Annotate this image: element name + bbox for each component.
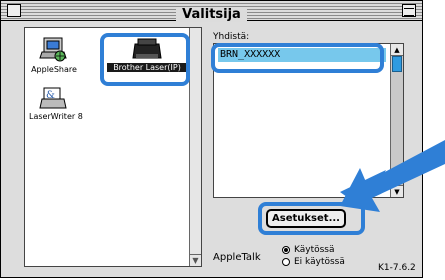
radio-label: Käytössä — [294, 245, 335, 255]
scroll-thumb[interactable] — [392, 56, 402, 72]
left-scrollbar[interactable]: ▼ — [189, 28, 201, 266]
appletalk-on-radio[interactable]: Käytössä — [282, 245, 335, 255]
title-bar[interactable]: Valitsija — [1, 1, 422, 22]
right-scrollbar[interactable]: ▲ ▼ — [390, 44, 403, 197]
version-label: K1-7.6.2 — [378, 263, 416, 273]
scroll-up-arrow-icon[interactable]: ▲ — [391, 44, 403, 56]
connect-label: Yhdistä: — [213, 32, 250, 42]
appletalk-off-radio[interactable]: Ei käytössä — [282, 257, 345, 267]
settings-button-highlight — [258, 202, 365, 235]
window-title: Valitsija — [176, 7, 247, 22]
laserwriter-icon: & — [39, 87, 67, 109]
radio-unselected-icon — [282, 258, 290, 266]
selection-highlight — [100, 33, 190, 86]
driver-item-laserwriter[interactable]: & LaserWriter 8 — [29, 85, 83, 121]
driver-label: AppleShare — [31, 65, 77, 74]
scroll-down-arrow-icon[interactable]: ▼ — [190, 254, 201, 266]
driver-item-appleshare[interactable]: AppleShare — [31, 36, 77, 74]
driver-label: LaserWriter 8 — [29, 112, 83, 121]
scroll-down-arrow-icon[interactable]: ▼ — [391, 185, 403, 197]
appletalk-label: AppleTalk — [213, 252, 261, 263]
list-item-highlight — [211, 43, 384, 73]
collapse-box-icon[interactable] — [402, 4, 416, 17]
radio-selected-icon — [282, 246, 290, 254]
appleshare-icon — [39, 37, 67, 62]
radio-label: Ei käytössä — [294, 257, 345, 267]
